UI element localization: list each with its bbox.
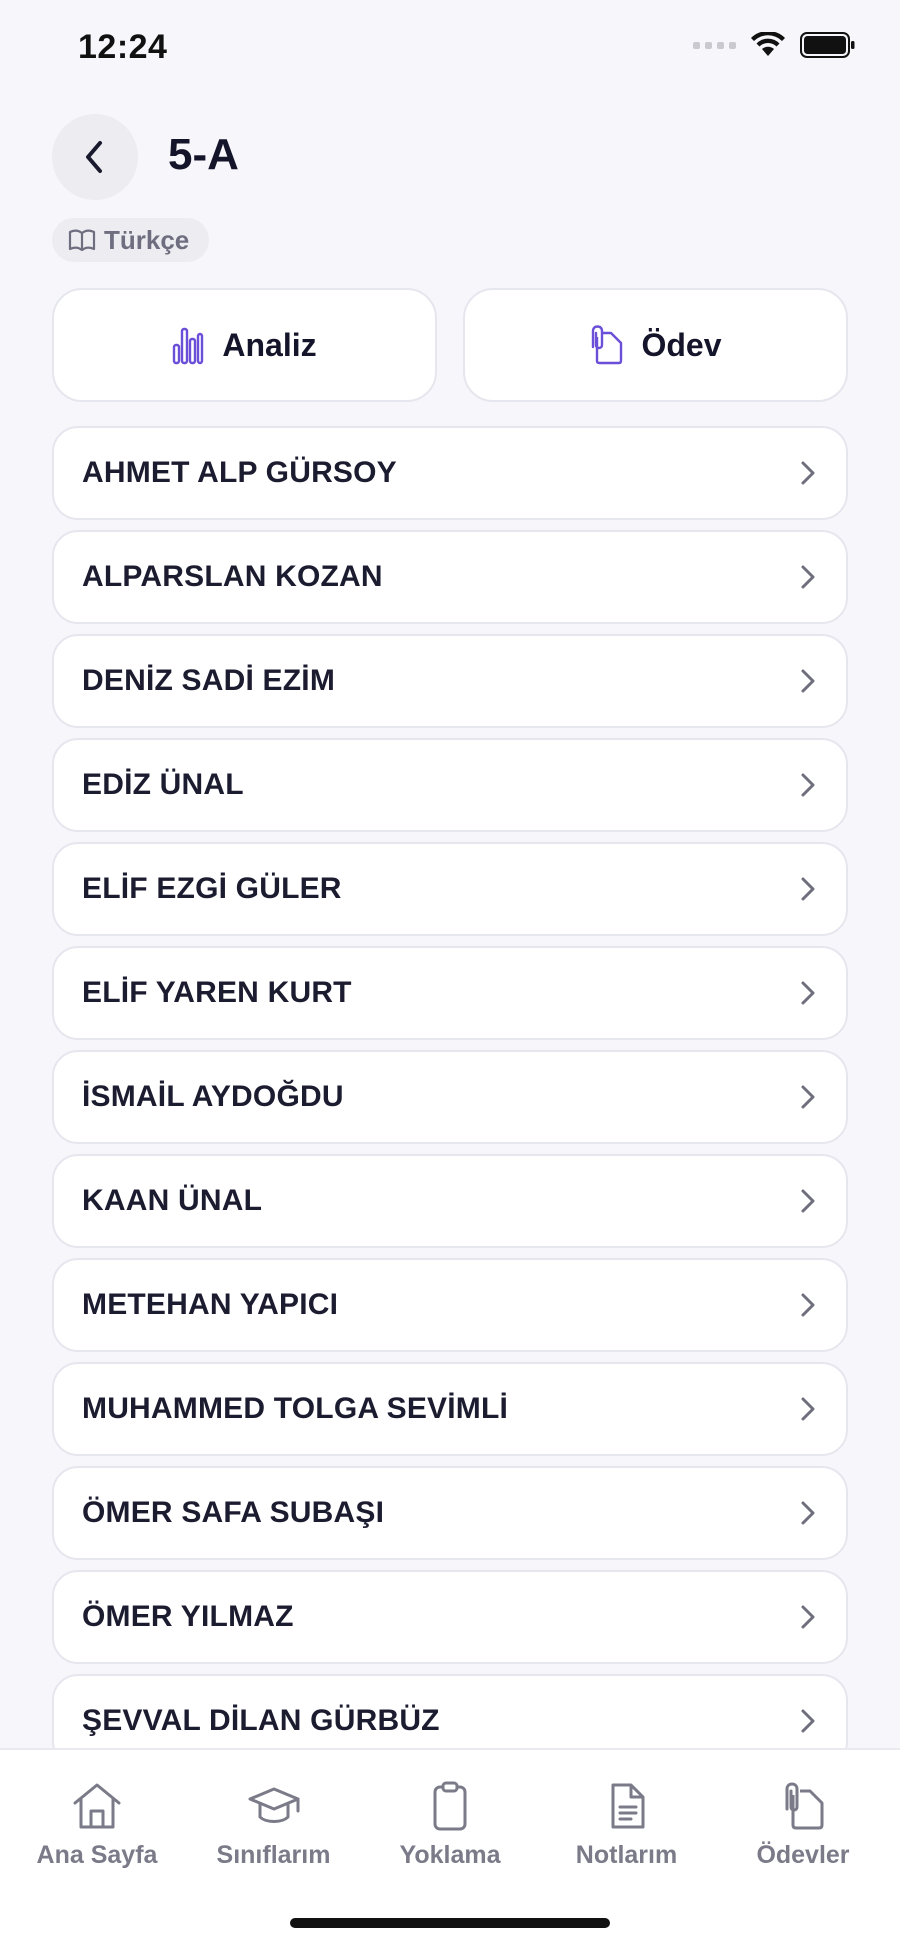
- student-name: KAAN ÜNAL: [82, 1184, 263, 1217]
- student-row[interactable]: ELİF EZGİ GÜLER: [52, 842, 848, 936]
- student-list: AHMET ALP GÜRSOY ALPARSLAN KOZAN DENİZ S…: [52, 426, 848, 1748]
- student-row[interactable]: ÖMER SAFA SUBAŞI: [52, 1466, 848, 1560]
- subject-label: Türkçe: [104, 224, 190, 255]
- student-name: MUHAMMED TOLGA SEVİMLİ: [82, 1392, 509, 1425]
- student-name: EDİZ ÜNAL: [82, 768, 244, 801]
- tab-label: Sınıflarım: [216, 1840, 331, 1869]
- book-icon: [68, 229, 96, 252]
- chevron-right-icon: [801, 981, 815, 1005]
- wifi-icon: [751, 32, 785, 56]
- home-icon: [73, 1783, 121, 1828]
- status-icons: [693, 32, 856, 58]
- chevron-right-icon: [801, 461, 815, 485]
- clip-document-icon: [592, 325, 623, 365]
- graduation-cap-icon: [248, 1787, 299, 1823]
- odev-label: Ödev: [641, 326, 722, 363]
- student-name: ALPARSLAN KOZAN: [82, 560, 383, 593]
- tab-notlarim[interactable]: Notlarım: [542, 1761, 712, 1870]
- student-row[interactable]: AHMET ALP GÜRSOY: [52, 426, 848, 520]
- student-row[interactable]: EDİZ ÜNAL: [52, 738, 848, 832]
- chevron-right-icon: [801, 1709, 815, 1733]
- chevron-right-icon: [801, 773, 815, 797]
- tab-bar: Ana Sayfa Sınıflarım Yoklama Notlarım Öd…: [0, 1748, 900, 1948]
- chevron-right-icon: [801, 1293, 815, 1317]
- document-icon: [611, 1783, 644, 1828]
- chevron-right-icon: [801, 1085, 815, 1109]
- chevron-right-icon: [801, 877, 815, 901]
- student-row[interactable]: MUHAMMED TOLGA SEVİMLİ: [52, 1362, 848, 1456]
- chevron-right-icon: [801, 1501, 815, 1525]
- battery-icon: [800, 32, 855, 58]
- student-row[interactable]: ELİF YAREN KURT: [52, 946, 848, 1040]
- student-name: ÖMER YILMAZ: [82, 1600, 294, 1633]
- tab-ana-sayfa[interactable]: Ana Sayfa: [12, 1761, 182, 1870]
- subject-badge: Türkçe: [52, 218, 210, 262]
- tab-label: Ödevler: [756, 1840, 850, 1869]
- chevron-right-icon: [801, 565, 815, 589]
- student-name: ŞEVVAL DİLAN GÜRBÜZ: [82, 1704, 440, 1737]
- student-list-viewport[interactable]: AHMET ALP GÜRSOY ALPARSLAN KOZAN DENİZ S…: [0, 426, 900, 1748]
- student-row[interactable]: KAAN ÜNAL: [52, 1154, 848, 1248]
- analiz-button[interactable]: Analiz: [52, 288, 437, 402]
- chevron-right-icon: [801, 1605, 815, 1629]
- tab-yoklama[interactable]: Yoklama: [365, 1761, 535, 1870]
- page-title: 5-A: [168, 130, 239, 179]
- student-name: METEHAN YAPICI: [82, 1288, 339, 1321]
- student-row[interactable]: ALPARSLAN KOZAN: [52, 530, 848, 624]
- student-name: ÖMER SAFA SUBAŞI: [82, 1496, 385, 1529]
- status-bar: 12:24: [0, 0, 900, 100]
- student-name: ELİF EZGİ GÜLER: [82, 872, 342, 905]
- back-button[interactable]: [52, 114, 138, 200]
- chevron-right-icon: [801, 669, 815, 693]
- tab-label: Ana Sayfa: [36, 1840, 158, 1869]
- student-name: DENİZ SADİ EZİM: [82, 664, 336, 697]
- clip-document-icon: [785, 1781, 824, 1829]
- tab-siniflarim[interactable]: Sınıflarım: [189, 1761, 359, 1870]
- analiz-label: Analiz: [222, 326, 317, 363]
- clipboard-icon: [433, 1781, 467, 1830]
- student-row[interactable]: ŞEVVAL DİLAN GÜRBÜZ: [52, 1674, 848, 1748]
- home-indicator: [290, 1918, 610, 1928]
- cellular-signal-icon: [693, 41, 736, 49]
- student-name: ELİF YAREN KURT: [82, 976, 352, 1009]
- student-row[interactable]: DENİZ SADİ EZİM: [52, 634, 848, 728]
- action-row: Analiz Ödev: [52, 288, 848, 402]
- student-name: İSMAİL AYDOĞDU: [82, 1080, 344, 1113]
- chevron-right-icon: [801, 1189, 815, 1213]
- chevron-right-icon: [801, 1397, 815, 1421]
- student-row[interactable]: METEHAN YAPICI: [52, 1258, 848, 1352]
- bar-chart-icon: [173, 327, 204, 365]
- student-row[interactable]: İSMAİL AYDOĞDU: [52, 1050, 848, 1144]
- student-name: AHMET ALP GÜRSOY: [82, 456, 397, 489]
- tab-label: Notlarım: [575, 1840, 678, 1869]
- tab-label: Yoklama: [399, 1840, 501, 1869]
- status-time: 12:24: [78, 28, 168, 66]
- student-row[interactable]: ÖMER YILMAZ: [52, 1570, 848, 1664]
- chevron-left-icon: [86, 141, 102, 173]
- odev-button[interactable]: Ödev: [463, 288, 848, 402]
- tab-odevler[interactable]: Ödevler: [718, 1761, 888, 1870]
